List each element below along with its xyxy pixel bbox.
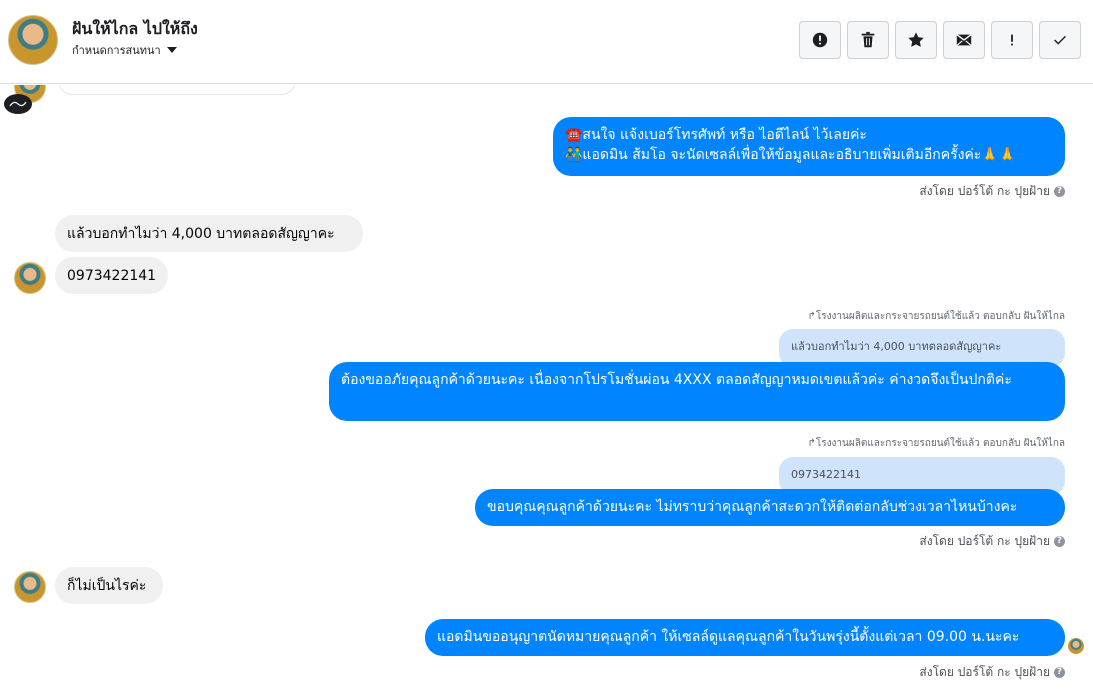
message-line: 👬แอดมิน ส้มโอ จะนัดเซลล์เพื่อให้ข้อมูลแล…: [565, 147, 1017, 163]
mail-button[interactable]: [943, 21, 985, 59]
sent-by-text: ส่งโดย ปอร์โต้ กะ ปุยฝ้าย: [919, 665, 1050, 679]
sent-by-label: ส่งโดย ปอร์โต้ กะ ปุยฝ้าย ?: [919, 663, 1065, 682]
message-bubble-incoming: 0973422141: [55, 257, 168, 294]
star-icon: [908, 32, 924, 47]
report-button[interactable]: [799, 21, 841, 59]
message-thread[interactable]: ☎️สนใจ แจ้งเบอร์โทรศัพท์ หรือ ไอดีไลน์ ไ…: [0, 85, 1093, 698]
conversation-header: ฝันให้ไกล ไปให้ถึง กำหนดการสนทนา: [0, 0, 1093, 84]
message-bubble-incoming: แล้วบอกทำไมว่า 4,000 บาทตลอดสัญญาคะ: [55, 215, 363, 252]
quoted-text: 0973422141: [791, 468, 861, 481]
contact-avatar[interactable]: [8, 15, 58, 65]
reply-context-text: โรงงานผลิตและกระจายรถยนต์ใช้แล้ว ตอบกลับ…: [815, 438, 1065, 449]
reply-context-text: โรงงานผลิตและกระจายรถยนต์ใช้แล้ว ตอบกลับ…: [815, 311, 1065, 322]
envelope-icon: [956, 34, 972, 46]
message-text: ขอบคุณคุณลูกค้าด้วยนะคะ ไม่ทราบว่าคุณลูก…: [487, 499, 1018, 515]
quoted-text: แล้วบอกทำไมว่า 4,000 บาทตลอดสัญญาคะ: [791, 340, 1002, 353]
message-bubble-outgoing: ต้องขออภัยคุณลูกค้าด้วยนะคะ เนื่องจากโปร…: [329, 362, 1065, 421]
message-text: 0973422141: [67, 268, 157, 284]
message-bubble-outgoing: ☎️สนใจ แจ้งเบอร์โทรศัพท์ หรือ ไอดีไลน์ ไ…: [553, 117, 1065, 176]
schedule-label: กำหนดการสนทนา: [72, 44, 161, 57]
contact-avatar-small: [14, 262, 46, 294]
trash-icon: [861, 31, 875, 48]
contact-avatar-small: [14, 571, 46, 603]
message-text: ต้องขออภัยคุณลูกค้าด้วยนะคะ เนื่องจากโปร…: [341, 372, 1012, 388]
message-bubble-outgoing: แอดมินขออนุญาตนัดหมายคุณลูกค้า ให้เซลล์ด…: [425, 619, 1065, 656]
caret-down-icon: [166, 47, 177, 53]
reply-arrow-icon: ↱: [807, 438, 816, 449]
seen-avatar: [1068, 638, 1084, 654]
reply-context-label: ↱โรงงานผลิตและกระจายรถยนต์ใช้แล้ว ตอบกลั…: [808, 309, 1066, 324]
help-icon[interactable]: ?: [1054, 536, 1065, 547]
page-logo-icon: [4, 94, 32, 114]
contact-name[interactable]: ฝันให้ไกล ไปให้ถึง: [72, 17, 198, 42]
alert-circle-icon: [812, 32, 828, 48]
message-bubble-incoming-partial: [58, 85, 296, 95]
message-bubble-outgoing: ขอบคุณคุณลูกค้าด้วยนะคะ ไม่ทราบว่าคุณลูก…: [475, 489, 1065, 526]
done-button[interactable]: [1039, 21, 1081, 59]
message-line: ☎️สนใจ แจ้งเบอร์โทรศัพท์ หรือ ไอดีไลน์ ไ…: [565, 127, 867, 143]
message-text: แอดมินขออนุญาตนัดหมายคุณลูกค้า ให้เซลล์ด…: [437, 629, 1020, 645]
sent-by-text: ส่งโดย ปอร์โต้ กะ ปุยฝ้าย: [919, 534, 1050, 548]
toolbar: [799, 21, 1081, 59]
message-text: แล้วบอกทำไมว่า 4,000 บาทตลอดสัญญาคะ: [67, 226, 335, 242]
help-icon[interactable]: ?: [1054, 667, 1065, 678]
help-icon[interactable]: ?: [1054, 186, 1065, 197]
sent-by-label: ส่งโดย ปอร์โต้ กะ ปุยฝ้าย ?: [919, 182, 1065, 201]
spam-button[interactable]: [991, 21, 1033, 59]
reply-arrow-icon: ↱: [807, 311, 816, 322]
star-button[interactable]: [895, 21, 937, 59]
exclamation-icon: [1011, 34, 1013, 46]
message-bubble-incoming: ก็ไม่เป็นไรค่ะ: [55, 567, 163, 604]
sent-by-text: ส่งโดย ปอร์โต้ กะ ปุยฝ้าย: [919, 184, 1050, 198]
reply-context-label: ↱โรงงานผลิตและกระจายรถยนต์ใช้แล้ว ตอบกลั…: [808, 436, 1066, 451]
sent-by-label: ส่งโดย ปอร์โต้ กะ ปุยฝ้าย ?: [919, 532, 1065, 551]
check-icon: [1054, 35, 1066, 45]
delete-button[interactable]: [847, 21, 889, 59]
conversation-schedule-dropdown[interactable]: กำหนดการสนทนา: [72, 41, 177, 59]
message-text: ก็ไม่เป็นไรค่ะ: [67, 578, 147, 594]
